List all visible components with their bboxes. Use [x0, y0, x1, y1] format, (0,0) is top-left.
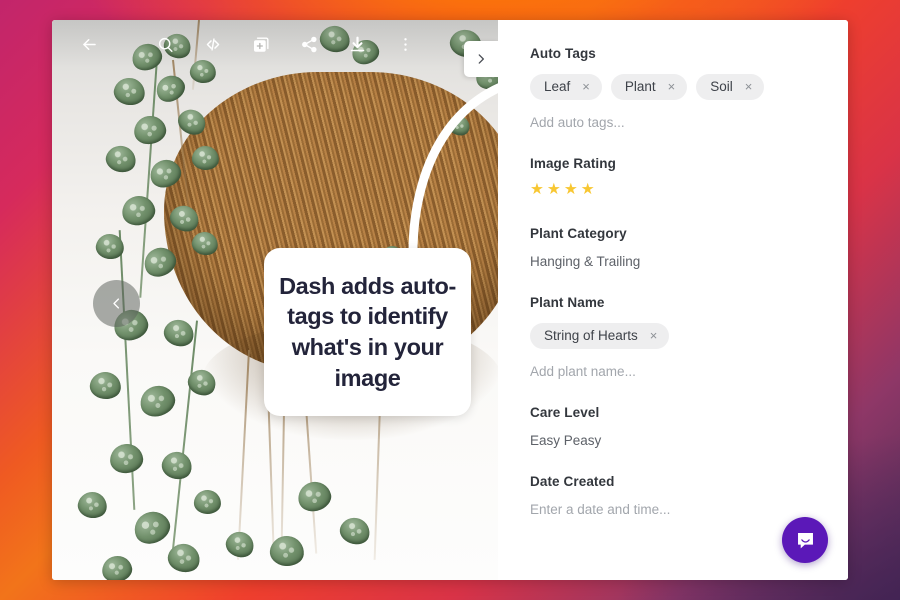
- date-created-label: Date Created: [530, 473, 615, 489]
- remove-tag-icon[interactable]: ×: [582, 80, 590, 93]
- leaf: [193, 489, 222, 515]
- auto-tag-chip-label: Plant: [624, 79, 656, 94]
- star-icon[interactable]: ★: [547, 182, 561, 198]
- star-icon[interactable]: ★: [581, 182, 595, 198]
- plant-category-value[interactable]: Hanging & Trailing: [530, 254, 848, 269]
- leaf: [158, 448, 196, 483]
- embed-code-icon[interactable]: [190, 22, 236, 66]
- leaf: [129, 506, 175, 549]
- field-plant-category: Plant Category Hanging & Trailing: [530, 226, 848, 269]
- back-icon[interactable]: [66, 22, 112, 66]
- auto-tag-chip-label: Soil: [710, 79, 733, 94]
- leaf: [99, 553, 135, 580]
- intercom-chat-button[interactable]: [782, 517, 828, 563]
- leaf: [102, 142, 140, 176]
- date-created-input[interactable]: Enter a date and time...: [530, 502, 848, 517]
- leaf: [111, 75, 148, 108]
- add-to-collection-icon[interactable]: [238, 22, 284, 66]
- leaf: [151, 70, 190, 107]
- field-date-created: Date Created Enter a date and time...: [530, 474, 848, 517]
- field-auto-tags: Auto Tags Leaf × Plant × Soil × Add auto…: [530, 46, 848, 130]
- chevron-right-icon: [478, 54, 484, 64]
- search-icon[interactable]: [142, 22, 188, 66]
- callout-text: Dash adds auto-tags to identify what's i…: [279, 272, 456, 391]
- leaf: [336, 513, 374, 549]
- plant-name-label: Plant Name: [530, 294, 605, 310]
- callout-arrow-icon: [408, 83, 498, 255]
- field-image-rating: Image Rating ★ ★ ★ ★: [530, 156, 848, 198]
- remove-plant-name-icon[interactable]: ×: [650, 329, 658, 342]
- leaf: [160, 315, 198, 351]
- star-icon[interactable]: ★: [564, 182, 578, 198]
- leaf: [222, 527, 258, 562]
- previous-image-button[interactable]: [93, 280, 140, 327]
- auto-tag-chip[interactable]: Leaf ×: [530, 74, 602, 100]
- plant-name-chip-label: String of Hearts: [544, 327, 638, 343]
- leaf: [119, 192, 158, 229]
- auto-tag-chip[interactable]: Soil ×: [696, 74, 765, 100]
- metadata-panel: Auto Tags Leaf × Plant × Soil × Add auto…: [498, 20, 848, 580]
- care-level-label: Care Level: [530, 404, 600, 420]
- vine: [171, 320, 199, 550]
- auto-tag-chip[interactable]: Plant ×: [610, 74, 688, 100]
- image-rating-label: Image Rating: [530, 156, 616, 171]
- chevron-left-icon: [113, 298, 120, 309]
- leaf: [164, 540, 204, 576]
- share-icon[interactable]: [286, 22, 332, 66]
- chat-bubble-icon: [797, 532, 813, 548]
- viewer-toolbar: [52, 20, 498, 68]
- star-icon[interactable]: ★: [530, 182, 544, 198]
- leaf: [75, 489, 110, 521]
- field-care-level: Care Level Easy Peasy: [530, 405, 848, 448]
- care-level-value[interactable]: Easy Peasy: [530, 433, 848, 448]
- auto-tag-chip-label: Leaf: [544, 79, 571, 94]
- plant-name-chip-row: String of Hearts ×: [530, 322, 848, 349]
- leaf: [108, 442, 145, 475]
- add-plant-name-input[interactable]: Add plant name...: [530, 364, 848, 379]
- app-window: Dash adds auto-tags to identify what's i…: [52, 20, 848, 580]
- leaf: [132, 113, 168, 147]
- plant-category-label: Plant Category: [530, 225, 627, 241]
- add-auto-tags-input[interactable]: Add auto tags...: [530, 115, 848, 130]
- field-plant-name: Plant Name String of Hearts × Add plant …: [530, 295, 848, 379]
- auto-tags-label: Auto Tags: [530, 46, 596, 61]
- leaf: [294, 478, 335, 515]
- remove-tag-icon[interactable]: ×: [668, 80, 676, 93]
- callout-card: Dash adds auto-tags to identify what's i…: [264, 248, 471, 416]
- image-viewer: Dash adds auto-tags to identify what's i…: [52, 20, 498, 580]
- plant-name-chip[interactable]: String of Hearts ×: [530, 322, 670, 349]
- leaf: [136, 381, 179, 421]
- auto-tags-chip-row: Leaf × Plant × Soil ×: [530, 74, 848, 100]
- leaf: [88, 369, 123, 402]
- star-rating[interactable]: ★ ★ ★ ★: [530, 182, 848, 198]
- download-icon[interactable]: [334, 22, 380, 66]
- remove-tag-icon[interactable]: ×: [745, 80, 753, 93]
- more-options-icon[interactable]: [382, 22, 428, 66]
